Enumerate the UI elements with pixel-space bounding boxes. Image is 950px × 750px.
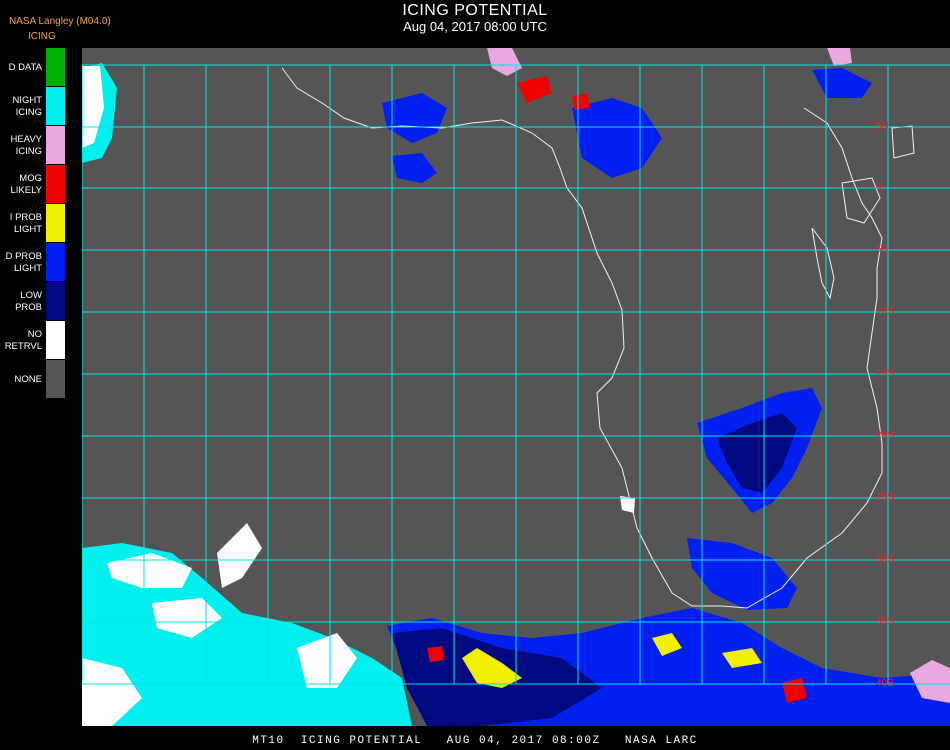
lat-label: 5N <box>876 121 889 132</box>
page-title: ICING POTENTIAL <box>402 2 548 19</box>
color-legend: D DATA NIGHT ICING HEAVY ICING MOG LIKEL… <box>0 48 66 400</box>
legend-label: HEAVY ICING <box>10 133 42 157</box>
legend-item-hi-prob-light: I PROB LIGHT <box>0 204 66 243</box>
legend-item-mog-likely: MOG LIKELY <box>0 165 66 204</box>
timestamp: Aug 04, 2017 08:00 UTC <box>403 19 547 34</box>
legend-swatch <box>46 48 65 86</box>
legend-swatch <box>46 204 65 242</box>
legend-item-low-prob: LOW PROB <box>0 282 66 321</box>
legend-item-no-data: D DATA <box>0 48 66 87</box>
legend-item-heavy-icing: HEAVY ICING <box>0 126 66 165</box>
legend-title: ICING <box>28 31 56 42</box>
legend-item-no-retrieval: NO RETRVL <box>0 321 66 360</box>
lat-label: 10S <box>876 306 894 317</box>
legend-label: NO RETRVL <box>4 328 42 352</box>
icing-map: 5N 0 5S 10S 15S 20S 25S 30S 35S 40S <box>82 48 950 726</box>
legend-swatch <box>46 126 65 164</box>
lat-label: 15S <box>876 368 894 379</box>
legend-label: NIGHT ICING <box>12 94 42 118</box>
lat-label: 30S <box>876 554 894 565</box>
legend-label: D DATA <box>8 61 42 73</box>
lat-label: 40S <box>876 678 894 689</box>
lat-label: 35S <box>876 616 894 627</box>
lat-label: 0 <box>876 182 882 193</box>
legend-swatch <box>46 87 65 125</box>
legend-item-none: NONE <box>0 360 66 399</box>
legend-label: LOW PROB <box>15 289 42 313</box>
legend-swatch <box>46 282 65 320</box>
lat-label: 5S <box>876 244 889 255</box>
lat-label: 20S <box>876 430 894 441</box>
footer-caption: MT10 ICING POTENTIAL AUG 04, 2017 08:00Z… <box>252 735 698 747</box>
legend-label: MOG LIKELY <box>10 172 42 196</box>
mog-likely-area <box>572 93 590 110</box>
legend-swatch <box>46 360 65 398</box>
legend-swatch <box>46 243 65 281</box>
legend-item-night-icing: NIGHT ICING <box>0 87 66 126</box>
legend-label: NONE <box>14 373 42 385</box>
legend-swatch <box>46 321 65 359</box>
legend-label: D PROB LIGHT <box>5 250 42 274</box>
mog-likely-area <box>427 646 444 662</box>
legend-item-lo-prob-light: D PROB LIGHT <box>0 243 66 282</box>
legend-swatch <box>46 165 65 203</box>
lat-label: 25S <box>876 492 894 503</box>
map-canvas: 5N 0 5S 10S 15S 20S 25S 30S 35S 40S <box>82 48 950 726</box>
legend-label: I PROB LIGHT <box>9 211 42 235</box>
